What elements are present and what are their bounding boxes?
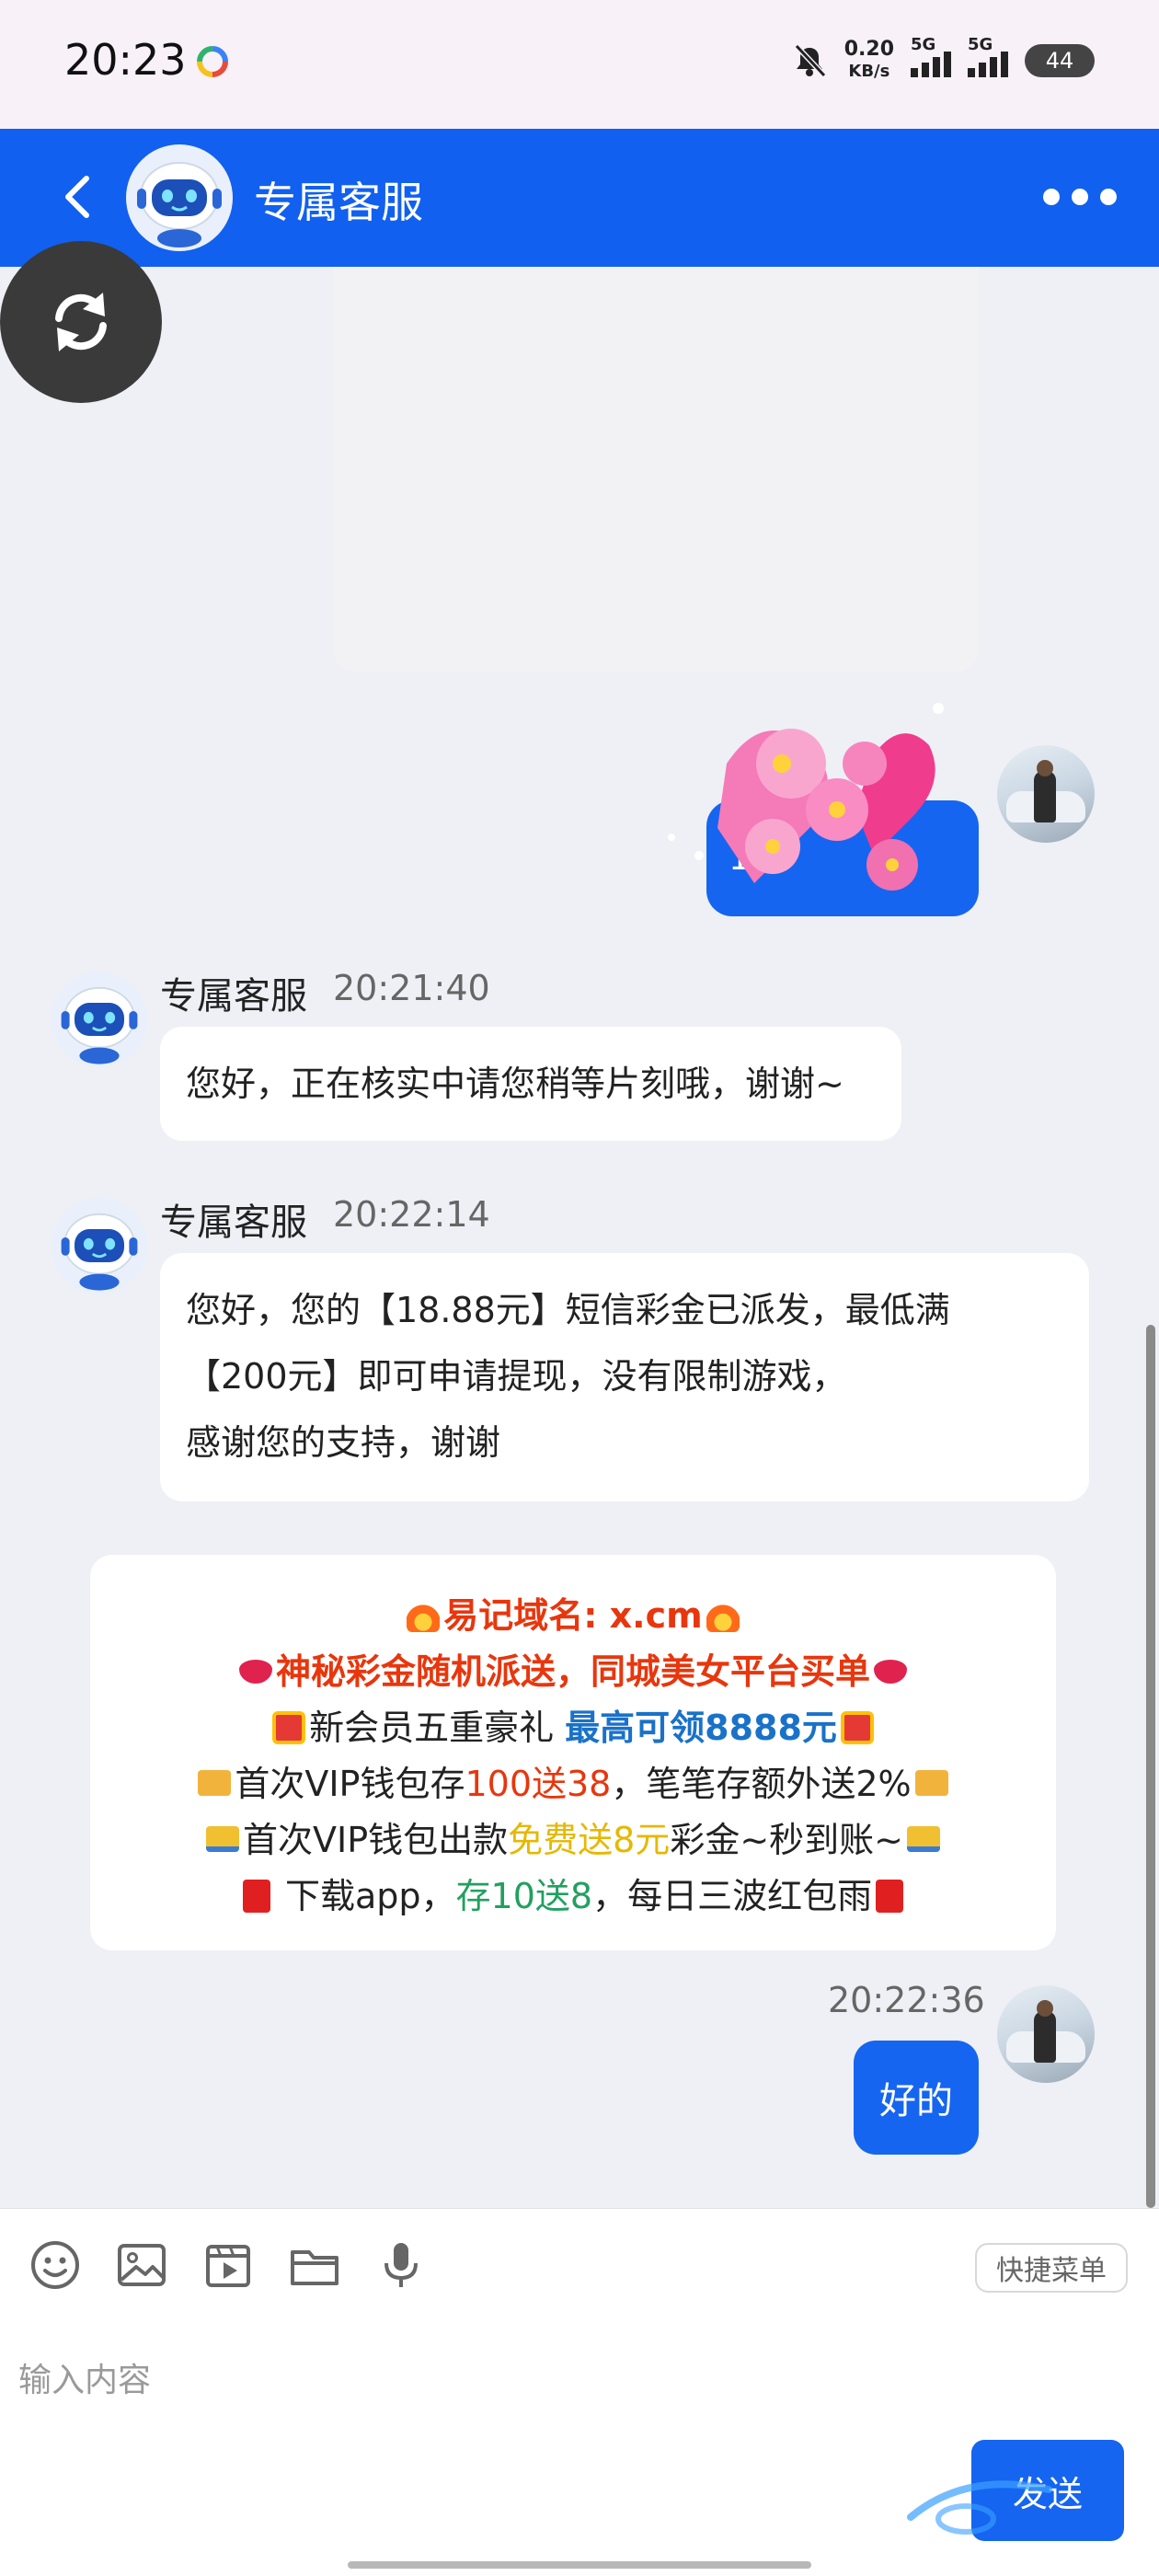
promo-domain: 易记域名: x.cm	[443, 1595, 703, 1636]
bot-avatar-icon[interactable]	[124, 143, 235, 253]
watermark-logo-icon	[907, 2480, 1052, 2535]
status-bar: 20:23 0.20 KB/s 5G 5G 44	[0, 0, 1159, 129]
back-button[interactable]	[55, 169, 101, 224]
mute-bell-icon	[794, 43, 826, 78]
red-envelope-icon	[876, 1880, 904, 1913]
promo-highlight: 存10送8	[455, 1876, 593, 1916]
my-message-bubble[interactable]: 好的	[854, 2041, 979, 2155]
promo-text: ，笔笔存额外送2%	[611, 1764, 912, 1804]
promo-line: 首次VIP钱包存100送38，笔笔存额外送2%	[90, 1756, 1056, 1812]
home-indicator[interactable]	[348, 2561, 811, 2569]
microphone-icon[interactable]	[373, 2237, 429, 2293]
bot-avatar-icon[interactable]	[50, 1196, 149, 1295]
status-time: 20:23	[64, 35, 187, 85]
promo-text: 彩金~秒到账~	[670, 1820, 903, 1860]
previous-message-card	[333, 267, 979, 672]
message-sender: 专属客服	[160, 975, 307, 1018]
message-text-line: 感谢您的支持，谢谢	[186, 1422, 501, 1463]
dot-icon	[1072, 189, 1088, 205]
promo-highlight: 免费送8元	[508, 1820, 671, 1860]
promo-card[interactable]: 易记域名: x.cm 神秘彩金随机派送，同城美女平台买单 新会员五重豪礼 最高可…	[90, 1555, 1056, 1950]
red-envelope-icon	[242, 1880, 270, 1913]
video-icon[interactable]	[201, 2237, 256, 2293]
fire-icon	[706, 1599, 740, 1632]
sim1-label: 5G	[911, 35, 936, 54]
message-time: 20:21:40	[333, 968, 490, 1008]
fire-icon	[407, 1599, 441, 1632]
message-time: 20:22:14	[333, 1194, 490, 1235]
message-text-line: 您好，您的【18.88元】短信彩金已派发，最低满	[186, 1290, 950, 1330]
promo-text: 首次VIP钱包存	[235, 1764, 465, 1804]
user-avatar[interactable]	[997, 745, 1095, 843]
image-icon[interactable]	[114, 2237, 169, 2293]
floating-refresh-button[interactable]	[0, 241, 162, 403]
promo-text: 神秘彩金随机派送，同城美女平台买单	[275, 1651, 870, 1692]
network-speed-unit: KB/s	[848, 62, 890, 81]
sync-arrows-icon	[55, 293, 107, 351]
lips-icon	[238, 1660, 272, 1684]
quick-menu-button[interactable]: 快捷菜单	[975, 2243, 1128, 2293]
promo-text: 新会员五重豪礼	[309, 1708, 566, 1748]
message-input[interactable]	[18, 2350, 938, 2410]
message-bubble[interactable]: 您好，正在核实中请您稍等片刻哦，谢谢~	[160, 1027, 901, 1141]
credit-card-icon	[206, 1826, 239, 1852]
promo-highlight: 100送38	[465, 1764, 612, 1804]
sim2-label: 5G	[968, 35, 993, 54]
more-options-button[interactable]	[1043, 177, 1117, 217]
message-bubble[interactable]: 您好，您的【18.88元】短信彩金已派发，最低满 【200元】即可申请提现，没有…	[160, 1253, 1089, 1501]
promo-line: 下载app，存10送8，每日三波红包雨	[90, 1869, 1056, 1925]
scrollbar[interactable]	[1146, 1325, 1155, 2208]
credit-card-icon	[907, 1826, 940, 1852]
promo-line: 新会员五重豪礼 最高可领8888元	[90, 1700, 1056, 1756]
battery-indicator: 44	[1025, 44, 1095, 77]
chat-header: 专属客服	[0, 129, 1159, 267]
sticker-message[interactable]: 15	[644, 681, 993, 957]
message-text: 您好，正在核实中请您稍等片刻哦，谢谢~	[186, 1064, 844, 1104]
money-icon	[914, 1770, 948, 1796]
promo-line: 神秘彩金随机派送，同城美女平台买单	[90, 1644, 1056, 1700]
dot-icon	[1043, 189, 1060, 205]
promo-line: 易记域名: x.cm	[90, 1588, 1056, 1644]
folder-icon[interactable]	[287, 2237, 342, 2293]
gift-icon	[840, 1711, 874, 1744]
message-time: 20:22:36	[828, 1980, 985, 2020]
gift-icon	[272, 1711, 306, 1744]
promo-text: 下载app，	[273, 1876, 456, 1916]
user-avatar[interactable]	[997, 1985, 1095, 2083]
promo-text: 首次VIP钱包出款	[243, 1820, 509, 1860]
message-sender: 专属客服	[160, 1202, 307, 1244]
message-text-line: 【200元】即可申请提现，没有限制游戏，	[186, 1356, 847, 1397]
dot-icon	[1100, 189, 1117, 205]
promo-highlight: 最高可领8888元	[565, 1708, 837, 1748]
promo-text: ，每日三波红包雨	[592, 1876, 873, 1916]
network-speed: 0.20 KB/s	[844, 39, 894, 83]
app-notification-icon	[197, 46, 228, 77]
chat-title: 专属客服	[254, 178, 423, 227]
signal-sim1-icon: 5G	[911, 35, 951, 77]
status-indicators: 0.20 KB/s 5G 5G 44	[791, 33, 1095, 88]
lips-icon	[874, 1660, 907, 1684]
network-speed-value: 0.20	[843, 38, 894, 61]
signal-sim2-icon: 5G	[968, 35, 1008, 77]
money-icon	[198, 1770, 232, 1796]
bot-avatar-icon[interactable]	[50, 970, 149, 1069]
promo-line: 首次VIP钱包出款免费送8元彩金~秒到账~	[90, 1812, 1056, 1869]
flower-heart-sticker-icon	[668, 703, 944, 891]
emoji-icon[interactable]	[28, 2237, 83, 2293]
